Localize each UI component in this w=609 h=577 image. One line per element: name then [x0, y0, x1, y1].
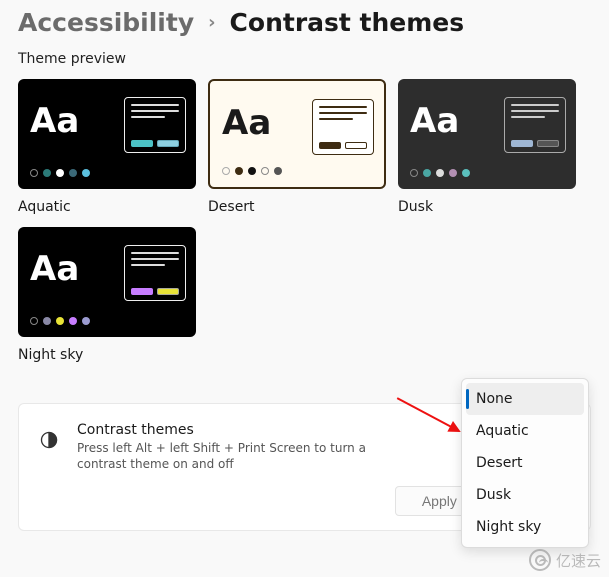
watermark-text: 亿速云 — [556, 550, 601, 571]
sample-text: Aa — [222, 103, 271, 143]
card-description: Press left Alt + left Shift + Print Scre… — [77, 440, 417, 472]
contrast-icon — [39, 430, 59, 450]
mini-window-icon — [124, 97, 186, 153]
theme-preview-label: Theme preview — [0, 37, 609, 73]
theme-aquatic[interactable]: Aa Aquatic — [18, 79, 196, 215]
mini-window-icon — [312, 99, 374, 155]
watermark: 亿速云 — [529, 549, 601, 571]
dropdown-option-none[interactable]: None — [466, 383, 584, 415]
theme-name: Desert — [208, 199, 386, 215]
swatch-dots — [30, 169, 90, 177]
sample-text: Aa — [410, 101, 459, 141]
page-title: Contrast themes — [230, 8, 465, 37]
dropdown-option-desert[interactable]: Desert — [466, 447, 584, 479]
theme-nightsky[interactable]: Aa Night sky — [18, 227, 196, 363]
sample-text: Aa — [30, 101, 79, 141]
theme-grid: Aa Aquatic — [0, 73, 609, 363]
theme-dropdown[interactable]: None Aquatic Desert Dusk Night sky — [461, 378, 589, 548]
dropdown-option-aquatic[interactable]: Aquatic — [466, 415, 584, 447]
theme-name: Night sky — [18, 347, 196, 363]
swatch-dots — [222, 167, 282, 175]
theme-preview-aquatic: Aa — [18, 79, 196, 189]
swatch-dots — [410, 169, 470, 177]
chevron-right-icon: › — [208, 12, 215, 33]
mini-window-icon — [504, 97, 566, 153]
theme-desert[interactable]: Aa Desert — [208, 79, 386, 215]
breadcrumb: Accessibility › Contrast themes — [0, 0, 609, 37]
theme-name: Aquatic — [18, 199, 196, 215]
sample-text: Aa — [30, 249, 79, 289]
dropdown-option-dusk[interactable]: Dusk — [466, 479, 584, 511]
breadcrumb-parent[interactable]: Accessibility — [18, 8, 194, 37]
dropdown-option-nightsky[interactable]: Night sky — [466, 511, 584, 543]
theme-preview-nightsky: Aa — [18, 227, 196, 337]
theme-preview-desert: Aa — [208, 79, 386, 189]
mini-window-icon — [124, 245, 186, 301]
theme-preview-dusk: Aa — [398, 79, 576, 189]
theme-dusk[interactable]: Aa Dusk — [398, 79, 576, 215]
theme-name: Dusk — [398, 199, 576, 215]
watermark-logo-icon — [529, 549, 551, 571]
swatch-dots — [30, 317, 90, 325]
